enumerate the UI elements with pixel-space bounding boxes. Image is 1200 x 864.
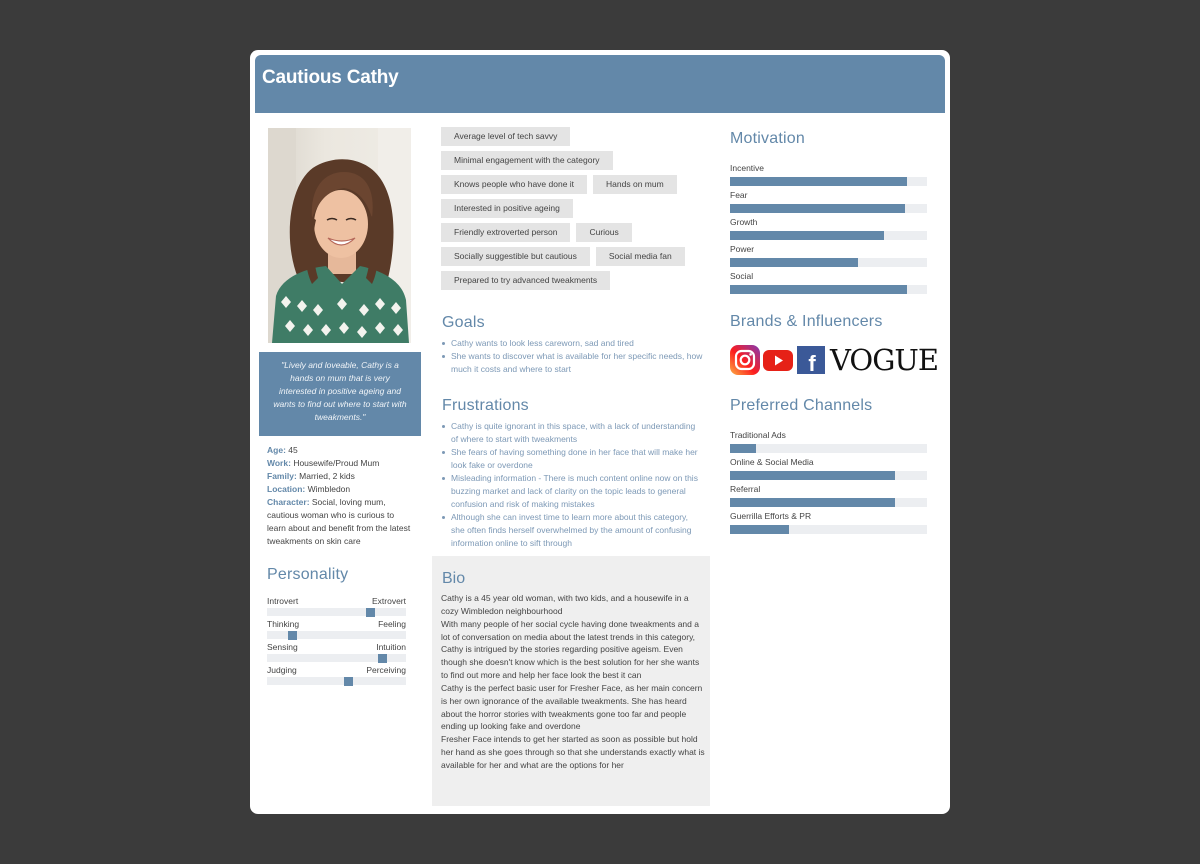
fact-age: Age: 45 bbox=[267, 445, 298, 455]
channel-bar-traditional-ads: Traditional Ads bbox=[730, 430, 927, 457]
trait-tag: Average level of tech savvy bbox=[441, 127, 571, 146]
personality-scale-introvert-extrovert: Introvert Extrovert bbox=[267, 596, 406, 619]
frustration-item: Misleading information - There is much c… bbox=[442, 472, 704, 511]
bio-title: Bio bbox=[442, 570, 466, 587]
trait-tag: Knows people who have done it bbox=[441, 175, 588, 194]
frustrations-list: Cathy is quite ignorant in this space, w… bbox=[442, 420, 704, 550]
personality-title: Personality bbox=[267, 566, 349, 583]
brand-logos: f VOGUE bbox=[730, 343, 939, 377]
trait-tag: Minimal engagement with the category bbox=[441, 151, 613, 170]
bar-label: Referral bbox=[730, 484, 761, 494]
persona-card: Cautious Cathy "Lively and loveable, Cat… bbox=[250, 50, 950, 814]
bar-fill bbox=[730, 444, 756, 453]
bar-label: Guerrilla Efforts & PR bbox=[730, 511, 812, 521]
frustrations-title: Frustrations bbox=[442, 397, 529, 414]
channel-bar-referral: Referral bbox=[730, 484, 927, 511]
fact-work: Work: Housewife/Proud Mum bbox=[267, 458, 380, 468]
scale-marker bbox=[288, 631, 298, 640]
trait-tag: Curious bbox=[576, 223, 632, 242]
scale-right-label: Perceiving bbox=[366, 665, 406, 675]
scale-left-label: Judging bbox=[267, 665, 297, 675]
motivation-bar-incentive: Incentive bbox=[730, 163, 927, 190]
bar-track bbox=[730, 258, 927, 267]
bar-label: Power bbox=[730, 244, 755, 254]
fact-character: Character: Social, loving mum, cautious … bbox=[267, 497, 411, 546]
personality-scale-thinking-feeling: Thinking Feeling bbox=[267, 619, 406, 642]
scale-right-label: Intuition bbox=[376, 642, 406, 652]
bar-track bbox=[730, 285, 927, 294]
goal-item: Cathy wants to look less careworn, sad a… bbox=[442, 337, 704, 350]
brands-title: Brands & Influencers bbox=[730, 313, 883, 330]
scale-left-label: Introvert bbox=[267, 596, 299, 606]
svg-text:f: f bbox=[808, 351, 816, 374]
bar-fill bbox=[730, 498, 896, 507]
channel-bar-guerrilla-pr: Guerrilla Efforts & PR bbox=[730, 511, 927, 538]
scale-track bbox=[267, 677, 406, 685]
persona-header: Cautious Cathy bbox=[255, 55, 945, 113]
channel-bar-online-social: Online & Social Media bbox=[730, 457, 927, 484]
bar-track bbox=[730, 471, 927, 480]
motivation-bar-power: Power bbox=[730, 244, 927, 271]
bar-track bbox=[730, 498, 927, 507]
bar-fill bbox=[730, 258, 859, 267]
trait-tag: Hands on mum bbox=[593, 175, 677, 194]
facebook-icon: f bbox=[796, 345, 826, 375]
instagram-icon bbox=[730, 345, 760, 375]
trait-tag: Socially suggestible but cautious bbox=[441, 247, 590, 266]
goals-title: Goals bbox=[442, 314, 485, 331]
trait-tags: Average level of tech savvy Minimal enga… bbox=[441, 127, 706, 295]
channels-title: Preferred Channels bbox=[730, 397, 873, 414]
bar-track bbox=[730, 525, 927, 534]
motivation-bar-social: Social bbox=[730, 271, 927, 298]
bio-panel: Bio Cathy is a 45 year old woman, with t… bbox=[432, 556, 710, 806]
persona-facts: Age: 45 Work: Housewife/Proud Mum Family… bbox=[267, 444, 415, 548]
goals-list: Cathy wants to look less careworn, sad a… bbox=[442, 337, 704, 376]
persona-photo bbox=[268, 128, 411, 343]
trait-tag: Interested in positive ageing bbox=[441, 199, 573, 218]
persona-name: Cautious Cathy bbox=[262, 67, 399, 88]
bar-track bbox=[730, 177, 927, 186]
frustration-item: Cathy is quite ignorant in this space, w… bbox=[442, 420, 704, 446]
persona-quote: "Lively and loveable, Cathy is a hands o… bbox=[259, 352, 421, 436]
bar-fill bbox=[730, 231, 884, 240]
scale-track bbox=[267, 608, 406, 616]
bar-fill bbox=[730, 525, 790, 534]
bar-label: Online & Social Media bbox=[730, 457, 814, 467]
bar-fill bbox=[730, 471, 896, 480]
fact-location: Location: Wimbledon bbox=[267, 484, 351, 494]
scale-right-label: Feeling bbox=[378, 619, 406, 629]
frustration-item: She fears of having something done in he… bbox=[442, 446, 704, 472]
motivation-bar-fear: Fear bbox=[730, 190, 927, 217]
scale-left-label: Thinking bbox=[267, 619, 300, 629]
frustration-item: Although she can invest time to learn mo… bbox=[442, 511, 704, 550]
bar-fill bbox=[730, 204, 906, 213]
motivation-title: Motivation bbox=[730, 130, 805, 147]
scale-left-label: Sensing bbox=[267, 642, 298, 652]
bar-label: Growth bbox=[730, 217, 758, 227]
scale-right-label: Extrovert bbox=[371, 596, 406, 606]
bio-text: Cathy is a 45 year old woman, with two k… bbox=[441, 593, 705, 770]
personality-scale-judging-perceiving: Judging Perceiving bbox=[267, 665, 406, 688]
bar-track bbox=[730, 444, 927, 453]
trait-tag: Friendly extroverted person bbox=[441, 223, 571, 242]
trait-tag: Prepared to try advanced tweakments bbox=[441, 271, 611, 290]
bar-label: Social bbox=[730, 271, 754, 281]
motivation-bar-growth: Growth bbox=[730, 217, 927, 244]
youtube-icon bbox=[763, 345, 793, 375]
bar-track bbox=[730, 204, 927, 213]
goal-item: She wants to discover what is available … bbox=[442, 350, 704, 376]
fact-family: Family: Married, 2 kids bbox=[267, 471, 355, 481]
bar-label: Traditional Ads bbox=[730, 430, 786, 440]
scale-marker bbox=[378, 654, 388, 663]
bar-fill bbox=[730, 285, 908, 294]
bar-track bbox=[730, 231, 927, 240]
bar-label: Incentive bbox=[730, 163, 765, 173]
bar-fill bbox=[730, 177, 908, 186]
bar-label: Fear bbox=[730, 190, 748, 200]
personality-scale-sensing-intuition: Sensing Intuition bbox=[267, 642, 406, 665]
scale-marker bbox=[365, 608, 375, 617]
trait-tag: Social media fan bbox=[595, 247, 685, 266]
vogue-logo: VOGUE bbox=[830, 343, 939, 377]
scale-marker bbox=[343, 677, 353, 686]
